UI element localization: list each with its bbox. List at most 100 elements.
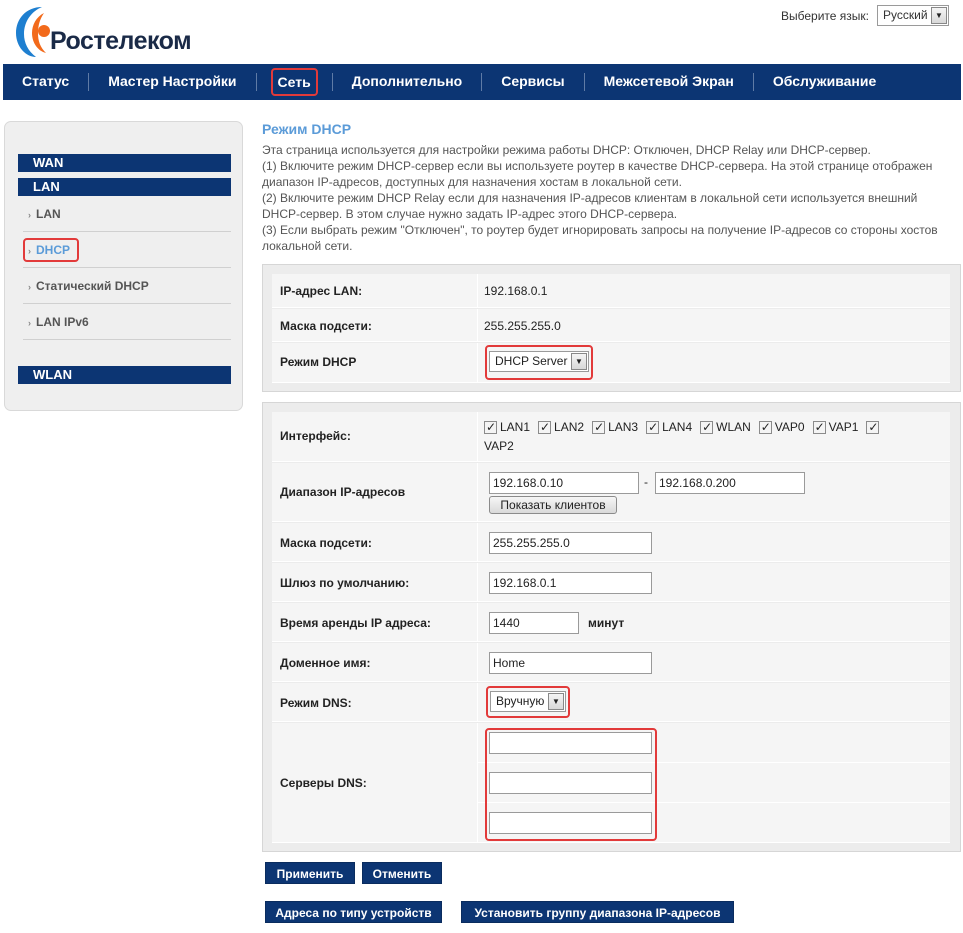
description-line: (3) Если выбрать режим "Отключен", то ро… bbox=[262, 223, 938, 253]
checkbox-label: LAN3 bbox=[608, 420, 639, 434]
ip-range-label: Диапазон IP-адресов bbox=[280, 485, 406, 499]
lan-info-panel: IP-адрес LAN: 192.168.0.1 Маска подсети:… bbox=[262, 264, 961, 392]
lan-mask-row: Маска подсети: 255.255.255.0 bbox=[272, 309, 950, 342]
show-clients-button[interactable]: Показать клиентов bbox=[489, 496, 617, 514]
checkbox-label: LAN2 bbox=[554, 420, 585, 434]
dhcp-mode-value: DHCP Server bbox=[495, 354, 568, 368]
lan-mask-label: Маска подсети: bbox=[280, 319, 372, 333]
bullet-icon: › bbox=[28, 318, 31, 328]
checkbox-lan2[interactable]: LAN2 bbox=[538, 419, 584, 435]
dns-server-1-input[interactable] bbox=[489, 732, 652, 754]
description-line: (2) Включите режим DHCP Relay если для н… bbox=[262, 191, 918, 221]
set-ip-range-group-button[interactable]: Установить группу диапазона IP-адресов bbox=[461, 901, 734, 923]
brand-name: Ростелеком bbox=[50, 27, 192, 55]
dhcp-settings-panel: Интерфейс: LAN1 LAN2 LAN3 LAN4 WLAN VAP0 VAP1 V… bbox=[262, 402, 961, 852]
checkbox-lan3[interactable]: LAN3 bbox=[592, 419, 638, 435]
lease-time-label: Время аренды IP адреса: bbox=[280, 616, 431, 630]
checkbox-checked-icon bbox=[592, 419, 606, 435]
rostelecom-logo: Ростелеком bbox=[14, 3, 204, 59]
subnet-mask-label: Маска подсети: bbox=[280, 536, 372, 550]
logo-mark-icon bbox=[16, 7, 50, 57]
interface-checkbox-group: LAN1 LAN2 LAN3 LAN4 WLAN VAP0 VAP1 VAP2 bbox=[484, 419, 934, 454]
chevron-down-icon: ▼ bbox=[548, 693, 564, 710]
row-divider bbox=[477, 603, 478, 641]
checkbox-vap2[interactable] bbox=[866, 419, 882, 435]
sidebar-item-label: LAN bbox=[36, 207, 61, 221]
sidebar: WAN LAN › LAN › DHCP › Статический DHCP › LA… bbox=[4, 121, 243, 411]
description-line: Эта страница используется для настройки … bbox=[262, 143, 871, 157]
checkbox-wlan[interactable]: WLAN bbox=[700, 419, 751, 435]
row-divider bbox=[477, 309, 478, 341]
language-value: Русский bbox=[883, 8, 928, 22]
lan-ip-label: IP-адрес LAN: bbox=[280, 284, 363, 298]
checkbox-lan1[interactable]: LAN1 bbox=[484, 419, 530, 435]
nav-setup-wizard[interactable]: Мастер Настройки bbox=[89, 68, 255, 96]
apply-button[interactable]: Применить bbox=[265, 862, 355, 884]
domain-name-input[interactable]: Home bbox=[489, 652, 652, 674]
subnet-mask-input[interactable]: 255.255.255.0 bbox=[489, 532, 652, 554]
checkbox-checked-icon bbox=[700, 419, 714, 435]
lan-mask-value: 255.255.255.0 bbox=[484, 319, 561, 333]
chevron-down-icon: ▼ bbox=[931, 7, 947, 24]
sidebar-item-label: Статический DHCP bbox=[36, 279, 149, 293]
sidebar-item-label: DHCP bbox=[36, 243, 71, 257]
sidebar-item-dhcp[interactable]: › DHCP bbox=[23, 232, 231, 268]
sidebar-section-wlan[interactable]: WLAN bbox=[18, 366, 231, 384]
page-title: Режим DHCP bbox=[262, 121, 352, 137]
nav-network[interactable]: Сеть bbox=[270, 68, 318, 96]
sidebar-item-label: LAN IPv6 bbox=[36, 315, 89, 329]
bullet-icon: › bbox=[28, 246, 31, 256]
nav-status[interactable]: Статус bbox=[3, 68, 88, 96]
nav-services[interactable]: Сервисы bbox=[482, 68, 583, 96]
checkbox-label: WLAN bbox=[716, 420, 751, 434]
checkbox-checked-icon bbox=[812, 419, 826, 435]
lease-time-input[interactable]: 1440 bbox=[489, 612, 579, 634]
row-divider bbox=[477, 274, 478, 307]
nav-advanced[interactable]: Дополнительно bbox=[333, 68, 481, 96]
sidebar-item-lan[interactable]: › LAN bbox=[23, 196, 231, 232]
sidebar-active-highlight: › DHCP bbox=[23, 238, 80, 262]
lease-time-row: Время аренды IP адреса: 1440 минут bbox=[272, 603, 950, 642]
ip-range-end-input[interactable]: 192.168.0.200 bbox=[655, 472, 805, 494]
row-divider bbox=[477, 563, 478, 601]
checkbox-checked-icon bbox=[484, 419, 497, 435]
gateway-row: Шлюз по умолчанию: 192.168.0.1 bbox=[272, 563, 950, 602]
ip-range-start-input[interactable]: 192.168.0.10 bbox=[489, 472, 639, 494]
dns-mode-row: Режим DNS: Вручную ▼ bbox=[272, 683, 950, 722]
sidebar-section-wan[interactable]: WAN bbox=[18, 154, 231, 172]
dhcp-mode-label: Режим DHCP bbox=[280, 355, 357, 369]
dns-servers-label: Серверы DNS: bbox=[280, 776, 367, 790]
lan-ip-value: 192.168.0.1 bbox=[484, 284, 548, 298]
dns-servers-row: Серверы DNS: bbox=[272, 723, 950, 843]
dhcp-mode-row: Режим DHCP DHCP Server ▼ bbox=[272, 343, 950, 383]
row-divider bbox=[477, 343, 478, 382]
checkbox-vap0[interactable]: VAP0 bbox=[758, 419, 805, 435]
subnet-mask-row: Маска подсети: 255.255.255.0 bbox=[272, 523, 950, 562]
checkbox-label: VAP1 bbox=[828, 420, 859, 434]
dns-mode-select[interactable]: Вручную ▼ bbox=[490, 691, 566, 712]
nav-divider bbox=[255, 73, 257, 91]
sidebar-item-static-dhcp[interactable]: › Статический DHCP bbox=[23, 268, 231, 304]
dns-server-3-input[interactable] bbox=[489, 812, 652, 834]
main-nav: Статус Мастер Настройки Сеть Дополнитель… bbox=[3, 64, 961, 100]
checkbox-checked-icon bbox=[758, 419, 772, 435]
language-select[interactable]: Русский ▼ bbox=[877, 5, 949, 26]
bullet-icon: › bbox=[28, 282, 31, 292]
row-divider bbox=[477, 463, 478, 521]
lease-time-unit: минут bbox=[588, 616, 625, 630]
lan-ip-row: IP-адрес LAN: 192.168.0.1 bbox=[272, 274, 950, 308]
domain-name-row: Доменное имя: Home bbox=[272, 643, 950, 682]
nav-maintenance[interactable]: Обслуживание bbox=[754, 68, 895, 96]
nav-firewall[interactable]: Межсетевой Экран bbox=[585, 68, 753, 96]
checkbox-lan4[interactable]: LAN4 bbox=[646, 419, 692, 435]
gateway-input[interactable]: 192.168.0.1 bbox=[489, 572, 652, 594]
dns-server-2-input[interactable] bbox=[489, 772, 652, 794]
checkbox-vap1[interactable]: VAP1 bbox=[812, 419, 859, 435]
ip-range-row: Диапазон IP-адресов 192.168.0.10 - 192.1… bbox=[272, 463, 950, 522]
addresses-by-device-button[interactable]: Адреса по типу устройств bbox=[265, 901, 442, 923]
row-divider bbox=[477, 412, 478, 461]
cancel-button[interactable]: Отменить bbox=[362, 862, 442, 884]
dhcp-mode-select[interactable]: DHCP Server ▼ bbox=[489, 351, 589, 372]
sidebar-section-lan[interactable]: LAN bbox=[18, 178, 231, 196]
sidebar-item-lan-ipv6[interactable]: › LAN IPv6 bbox=[23, 304, 231, 340]
